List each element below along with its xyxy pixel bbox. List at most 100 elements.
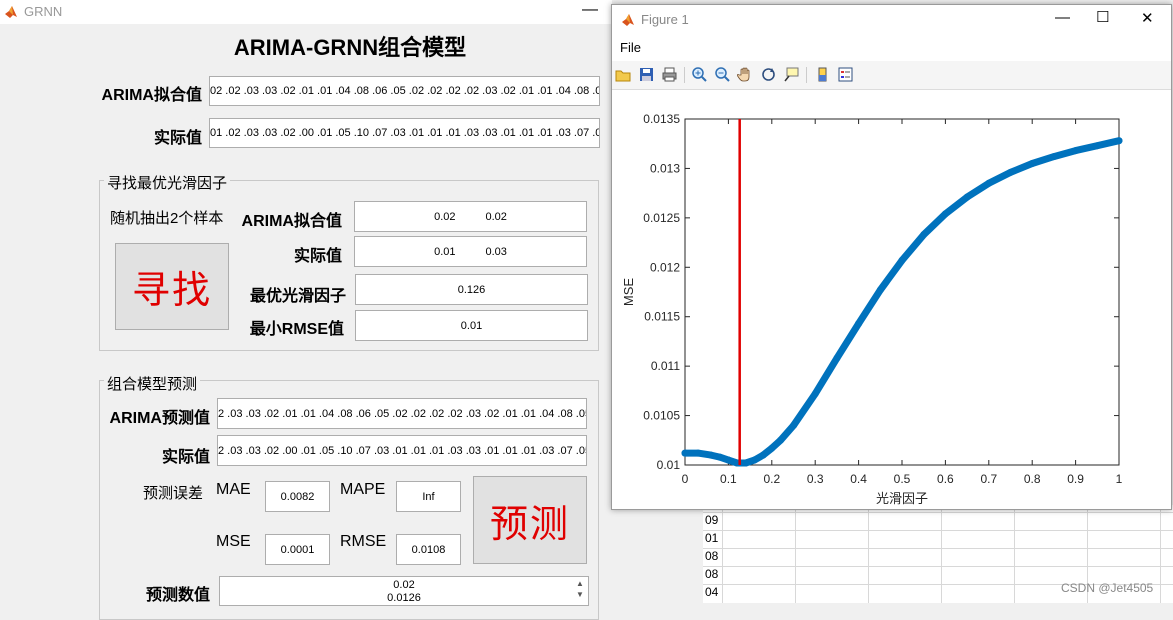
mape-field[interactable]: Inf [396,481,461,512]
best-factor-label: 最优光滑因子 [249,288,346,305]
watermark: CSDN @Jet4505 [1061,581,1154,595]
excel-cell[interactable]: 01 [705,531,718,545]
y-axis-label: MSE [621,278,636,307]
legend-icon[interactable] [837,66,854,83]
y-tick-label: 0.0125 [643,211,680,225]
mse-field[interactable]: 0.0001 [265,534,330,565]
search-actual-label: 实际值 [293,248,342,265]
colorbar-icon[interactable] [814,66,831,83]
y-tick-label: 0.01 [657,458,681,472]
error-label: 预测误差 [143,485,204,502]
arima-pred-label: ARIMA预测值 [109,410,210,427]
search-button[interactable]: 寻找 [115,243,229,330]
chevron-down-icon[interactable]: ▼ [574,589,586,600]
save-icon[interactable] [638,66,655,83]
mse-chart[interactable]: 0 0.1 0.2 0.3 0.4 0.5 0.6 0.7 0.8 0.9 1 0.01 0.0105 0… [612,90,1171,509]
chevron-up-icon[interactable]: ▲ [574,578,586,589]
data-point [790,421,797,429]
rotate-3d-icon[interactable] [760,66,777,83]
search-arima-fit-field[interactable]: 0.02 0.02 [354,201,587,232]
minimize-button[interactable]: — [582,1,598,19]
y-tick-label: 0.0135 [643,112,680,126]
search-actual-value-1: 0.01 [434,245,456,258]
pred-values-listbox[interactable]: 0.02 0.0126 [219,576,589,606]
x-tick-label: 0.9 [1067,472,1084,486]
figure-menubar: File [612,35,1171,61]
sample-text: 随机抽出2个样本 [110,210,224,227]
grnn-window-title: GRNN [24,4,63,19]
excel-cell[interactable]: 04 [705,585,718,599]
data-point [898,256,906,264]
zoom-out-icon[interactable] [714,66,731,83]
data-point [920,231,928,239]
x-tick-label: 0.3 [807,472,824,486]
data-point [1115,137,1123,145]
axes-box [684,118,1120,466]
zoom-in-icon[interactable] [691,66,708,83]
x-tick-label: 0 [682,472,689,486]
mae-label: MAE [216,481,251,498]
mae-field[interactable]: 0.0082 [265,481,330,512]
x-tick-label: 0.1 [720,472,737,486]
data-point [1093,142,1101,150]
excel-cell[interactable]: 08 [705,549,718,563]
figure-window-title: Figure 1 [641,12,689,27]
x-tick-label: 0.8 [1024,472,1041,486]
y-tick-label: 0.0115 [644,310,680,324]
data-cursor-icon[interactable] [783,66,800,83]
rmse-label: RMSE [340,533,387,550]
data-point [742,459,750,467]
rmse-field[interactable]: 0.0108 [396,534,461,565]
maximize-button[interactable]: ☐ [1096,8,1109,26]
arima-pred-input[interactable]: 2 .03 .03 .02 .01 .01 .04 .08 .06 .05 .0… [217,398,587,429]
mse-label: MSE [216,533,251,550]
data-point [855,320,863,328]
x-tick-label: 1 [1116,472,1123,486]
y-tick-label: 0.013 [650,161,680,175]
predict-button[interactable]: 预测 [473,476,587,564]
open-folder-icon[interactable] [615,66,632,83]
data-point [707,451,715,459]
search-actual-field[interactable]: 0.01 0.03 [354,236,587,267]
search-arima-fit-label: ARIMA拟合值 [241,213,342,230]
data-point [716,453,724,461]
pan-hand-icon[interactable] [736,66,754,83]
data-point [724,456,732,464]
print-icon[interactable] [661,66,678,83]
predict-actual-input[interactable]: 2 .03 .03 .02 .00 .01 .05 .10 .07 .03 .0… [217,435,587,466]
plot-area[interactable]: 0 0.1 0.2 0.3 0.4 0.5 0.6 0.7 0.8 0.9 1 0.01 0.0105 0… [612,90,1171,509]
min-rmse-field[interactable]: 0.01 [355,310,588,341]
excel-cell[interactable]: 09 [705,513,718,527]
predict-actual-label: 实际值 [161,449,210,466]
data-point [681,449,689,457]
arima-fit-input[interactable]: 02 .02 .03 .03 .02 .01 .01 .04 .08 .06 .… [209,76,600,106]
x-tick-label: 0.5 [894,472,911,486]
pred-values-label: 预测数值 [145,587,210,604]
data-point [985,179,993,187]
y-tick-label: 0.0105 [643,409,680,423]
pred-value-1: 0.02 [393,579,415,591]
x-axis-label: 光滑因子 [876,492,928,507]
close-button[interactable]: ✕ [1141,9,1154,27]
min-rmse-label: 最小RMSE值 [249,321,344,338]
grnn-window: GRNN — ARIMA-GRNN组合模型 ARIMA拟合值 02 .02 .0… [0,0,612,620]
predict-panel-title: 组合模型预测 [104,373,201,394]
listbox-scrollbar[interactable]: ▲ ▼ [574,578,586,602]
menu-file[interactable]: File [620,40,641,55]
excel-cell[interactable]: 08 [705,567,718,581]
data-point [768,444,776,452]
data-point [963,193,971,201]
data-point [811,390,819,398]
search-actual-value-2: 0.03 [485,245,507,258]
data-point [1007,168,1014,176]
data-point [694,449,702,457]
data-point [833,354,841,362]
actual-value-input[interactable]: 01 .02 .03 .03 .02 .00 .01 .05 .10 .07 .… [209,118,600,148]
pred-value-2: 0.0126 [387,592,421,604]
x-tick-label: 0.4 [850,472,867,486]
minimize-button[interactable]: — [1055,9,1070,26]
figure-toolbar [612,61,1171,90]
data-point [776,436,784,444]
y-tick-label: 0.011 [651,359,680,373]
best-factor-field[interactable]: 0.126 [355,274,588,305]
